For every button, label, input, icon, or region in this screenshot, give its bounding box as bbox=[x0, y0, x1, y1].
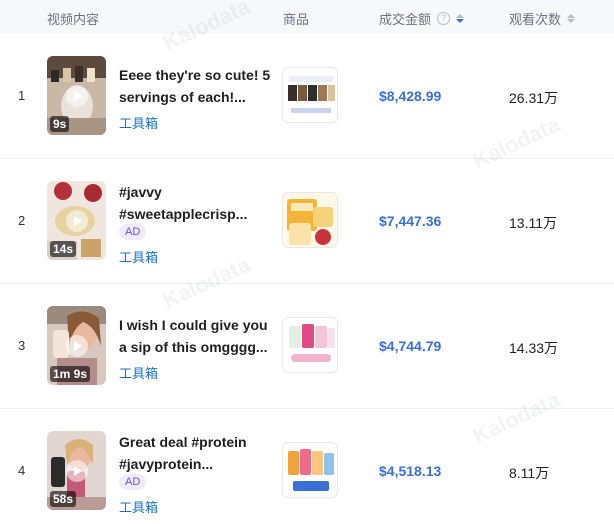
table-row[interactable]: 1 9s Eeee they're so cute! 5 servings of… bbox=[0, 34, 614, 159]
shop-link[interactable]: 工具箱 bbox=[119, 247, 158, 266]
product-thumbnail[interactable] bbox=[282, 442, 338, 498]
column-header-sales[interactable]: 成交金额 ? bbox=[379, 9, 465, 28]
column-header-views[interactable]: 观看次数 bbox=[509, 9, 576, 28]
video-title-line: a sip of this omgggg... bbox=[119, 339, 268, 355]
video-title[interactable]: Eeee they're so cute! 5 servings of each… bbox=[119, 64, 271, 108]
info-circle-icon[interactable]: ? bbox=[437, 12, 451, 25]
view-count: 8.11万 bbox=[509, 465, 550, 481]
product-image bbox=[283, 443, 337, 497]
table-row[interactable]: 3 1m 9s I wish I could give you a sip of… bbox=[0, 284, 614, 409]
view-count: 13.11万 bbox=[509, 215, 557, 231]
video-title-line: I wish I could give you bbox=[119, 317, 268, 333]
video-thumbnail[interactable]: 58s bbox=[47, 431, 106, 510]
column-header-video: 视频内容 bbox=[47, 9, 99, 28]
view-count: 14.33万 bbox=[509, 340, 559, 356]
video-thumbnail[interactable]: 14s bbox=[47, 181, 106, 260]
product-image bbox=[283, 318, 337, 372]
shop-link[interactable]: 工具箱 bbox=[119, 363, 158, 382]
product-image bbox=[283, 193, 337, 247]
column-header-sales-label: 成交金额 bbox=[379, 12, 432, 27]
sales-amount: $4,744.79 bbox=[379, 338, 442, 354]
play-icon[interactable] bbox=[65, 84, 88, 107]
table-header: 视频内容 商品 成交金额 ? 观看次数 bbox=[0, 0, 614, 34]
sales-amount: $7,447.36 bbox=[379, 213, 442, 229]
play-icon[interactable] bbox=[65, 209, 88, 232]
video-title-line: Great deal #protein bbox=[119, 434, 247, 450]
table-row[interactable]: 2 14s #javvy #sweetapplecrisp... AD 工具箱 … bbox=[0, 159, 614, 284]
sales-amount: $8,428.99 bbox=[379, 88, 442, 104]
ad-badge: AD bbox=[119, 474, 147, 490]
ad-badge: AD bbox=[119, 224, 147, 240]
rank-number: 2 bbox=[18, 213, 26, 228]
table-row[interactable]: 4 58s Great deal #protein #javyprotein..… bbox=[0, 409, 614, 524]
sales-amount: $4,518.13 bbox=[379, 463, 442, 479]
video-title-line: servings of each!... bbox=[119, 89, 246, 105]
shop-link[interactable]: 工具箱 bbox=[119, 497, 158, 516]
video-title[interactable]: I wish I could give you a sip of this om… bbox=[119, 314, 269, 358]
rank-number: 4 bbox=[18, 463, 26, 478]
rank-number: 1 bbox=[18, 88, 26, 103]
video-title-line: Eeee they're so cute! 5 bbox=[119, 67, 271, 83]
play-icon[interactable] bbox=[65, 459, 88, 482]
video-title-line: #javvy bbox=[119, 184, 162, 200]
product-thumbnail[interactable] bbox=[282, 67, 338, 123]
video-thumbnail[interactable]: 9s bbox=[47, 56, 106, 135]
video-title-line: #javyprotein... bbox=[119, 456, 214, 472]
column-header-product: 商品 bbox=[283, 9, 309, 28]
rank-number: 3 bbox=[18, 338, 26, 353]
column-header-video-label: 视频内容 bbox=[47, 12, 100, 27]
video-thumbnail[interactable]: 1m 9s bbox=[47, 306, 106, 385]
product-image bbox=[283, 68, 337, 122]
product-thumbnail[interactable] bbox=[282, 317, 338, 373]
column-header-product-label: 商品 bbox=[283, 12, 310, 27]
video-duration: 14s bbox=[50, 241, 77, 257]
shop-link[interactable]: 工具箱 bbox=[119, 113, 158, 132]
video-title[interactable]: #javvy #sweetapplecrisp... bbox=[119, 181, 269, 225]
video-title[interactable]: Great deal #protein #javyprotein... bbox=[119, 431, 269, 475]
product-thumbnail[interactable] bbox=[282, 192, 338, 248]
sort-icon[interactable] bbox=[456, 14, 465, 23]
sort-icon[interactable] bbox=[567, 14, 576, 23]
view-count: 26.31万 bbox=[509, 90, 559, 106]
column-header-views-label: 观看次数 bbox=[509, 12, 562, 27]
play-icon[interactable] bbox=[65, 334, 88, 357]
video-title-line: #sweetapplecrisp... bbox=[119, 206, 248, 222]
video-duration: 1m 9s bbox=[50, 366, 91, 382]
video-duration: 9s bbox=[50, 116, 70, 132]
video-duration: 58s bbox=[50, 491, 77, 507]
